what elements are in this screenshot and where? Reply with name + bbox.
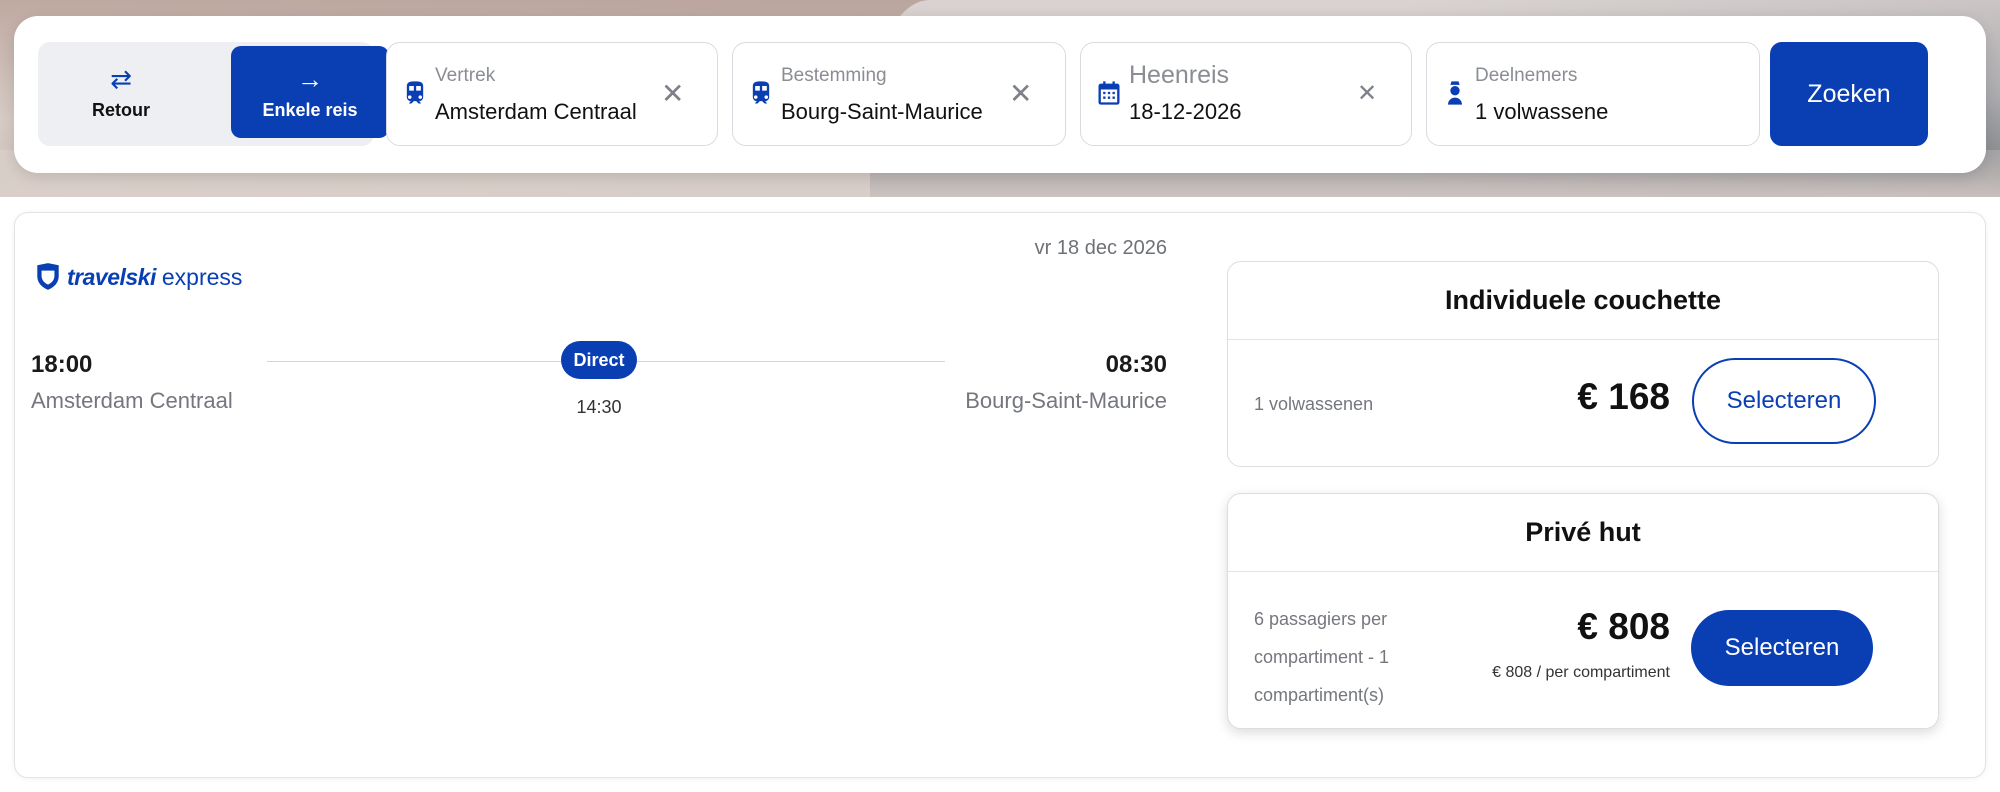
arrival-station: Bourg-Saint-Maurice [965,388,1167,413]
offer-title: Individuele couchette [1228,262,1938,340]
offer-price-note: € 808 / per compartiment [1492,664,1670,681]
journey-date: vr 18 dec 2026 [1034,237,1167,259]
direct-badge: Direct [561,341,637,379]
offer-description: 1 volwassenen [1254,394,1374,414]
departure-field[interactable]: Vertrek Amsterdam Centraal ✕ [386,42,718,146]
repeat-icon: ⇄ [110,63,132,94]
participants-label: Deelnemers [1475,65,1578,86]
operator-name-bold: travelski [67,263,156,290]
select-private-cabin-button[interactable]: Selecteren [1691,610,1873,686]
trip-type-label: Enkele reis [262,99,358,120]
departure-value: Amsterdam Centraal [435,99,637,124]
participants-value: 1 volwassene [1475,99,1609,124]
offer-card-private-cabin: Privé hut 6 passagiers per compartiment … [1227,493,1939,729]
arrival-time: 08:30 [1105,351,1167,378]
clear-destination-icon[interactable]: ✕ [1009,79,1032,109]
select-couchette-button[interactable]: Selecteren [1692,358,1876,444]
clear-departure-icon[interactable]: ✕ [661,79,684,109]
destination-value: Bourg-Saint-Maurice [781,99,983,124]
participants-field[interactable]: Deelnemers 1 volwassene [1426,42,1760,146]
destination-label: Bestemming [781,65,887,86]
outbound-date-field[interactable]: Heenreis 18-12-2026 ✕ [1080,42,1412,146]
destination-field[interactable]: Bestemming Bourg-Saint-Maurice ✕ [732,42,1066,146]
search-bar: ⇄ Retour → Enkele reis Vertrek Amsterdam… [14,16,1986,173]
trip-type-label: Retour [92,99,150,120]
calendar-icon [1098,81,1120,105]
offer-card-couchette: Individuele couchette 1 volwassenen € 16… [1227,261,1939,467]
shield-logo-icon [37,263,59,290]
offer-description: 6 passagiers per compartiment - 1 compar… [1254,609,1390,705]
offer-price: € 168 [1577,376,1670,417]
trip-type-toggle: ⇄ Retour → Enkele reis [38,42,389,146]
search-button[interactable]: Zoeken [1770,42,1928,146]
outbound-value: 18-12-2026 [1129,99,1242,124]
train-icon [406,81,424,104]
operator-logo: travelski express [35,257,242,297]
operator-name-light: express [161,263,243,290]
departure-station: Amsterdam Centraal [31,388,233,413]
offer-price: € 808 [1577,606,1670,647]
journey-duration: 14:30 [576,397,622,417]
trip-type-single-button[interactable]: → Enkele reis [231,46,389,138]
arrow-right-icon: → [297,63,323,94]
departure-label: Vertrek [435,65,496,86]
departure-time: 18:00 [31,351,93,378]
journey-result-card: travelski express vr 18 dec 2026 18:00 A… [14,212,1986,778]
trip-type-retour-button[interactable]: ⇄ Retour [42,46,200,138]
train-icon [752,81,770,104]
outbound-label: Heenreis [1129,61,1230,89]
person-icon [1448,81,1462,105]
offer-title: Privé hut [1228,494,1938,572]
clear-date-icon[interactable]: ✕ [1357,79,1377,109]
